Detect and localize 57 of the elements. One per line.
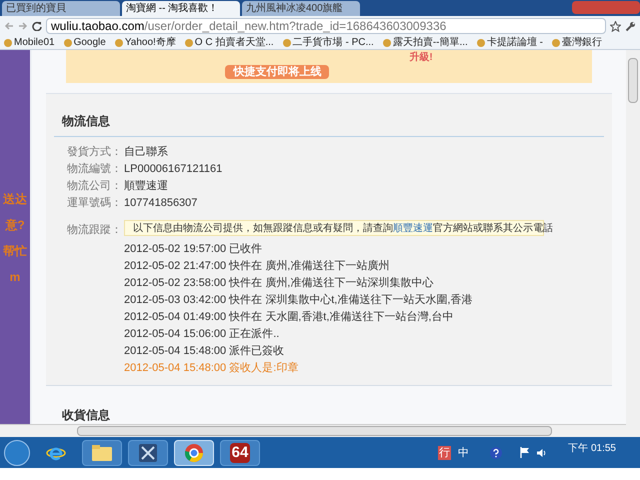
field-value: 自己聯系	[124, 145, 168, 159]
browser-tab[interactable]: 已買到的寶貝	[2, 1, 120, 16]
notice-text: 以下信息由物流公司提供，如無跟蹤信息或有疑問，請查詢順豐速運官方網站或聯系其公示電話	[133, 222, 553, 236]
banner-slogan: 快捷支付即将上线	[225, 65, 330, 79]
help-icon[interactable]	[490, 446, 502, 458]
tracking-event: 2012-05-03 03:42:00 快件在 深圳集散中心t,准備送往下一站天水圍,香港	[124, 293, 474, 307]
tracking-event: 2012-05-04 15:48:00 簽收人是:印章	[124, 361, 300, 375]
wrench-icon[interactable]	[625, 20, 636, 32]
horizontal-scrollbar[interactable]	[0, 424, 626, 437]
tracking-event: 2012-05-02 23:58:00 快件在 廣州,准備送往下一站深圳集散中心	[124, 276, 434, 290]
bookmark-link[interactable]: O C 拍賣者天堂...	[184, 36, 274, 48]
section-heading: 物流信息	[54, 112, 604, 137]
tracking-event: 2012-05-04 15:06:00 正在派件..	[124, 327, 280, 341]
courier-link[interactable]: 順豐速運	[393, 222, 433, 234]
bookmark-link[interactable]: 二手貨市場 - PC...	[282, 36, 374, 48]
tracking-event: 2012-05-02 19:57:00 已收件	[124, 242, 264, 256]
chrome-icon	[184, 442, 204, 462]
bookmark-link[interactable]: 卡提諾論壇 -	[476, 36, 543, 48]
field-label: 發貨方式：	[66, 145, 122, 159]
browser-tab[interactable]: 淘寶網 -- 淘我喜歡！	[122, 1, 240, 16]
tracking-event: 2012-05-02 21:47:00 快件在 廣州,准備送往下一站廣州	[124, 259, 390, 273]
tracking-event: 2012-05-04 01:49:00 快件在 天水圍,香港t,准備送往下一站台灣,台中	[124, 310, 454, 324]
flag-icon[interactable]	[520, 447, 530, 458]
folder-icon	[91, 444, 113, 462]
bookmark-link[interactable]: 露天拍賣--簡單...	[382, 36, 468, 48]
banner-text: 意?	[5, 217, 25, 234]
field-label: 物流公司：	[66, 179, 122, 193]
address-field[interactable]: wuliu.taobao.com/user/order_detail_new.htm?trade_id=168643603009336	[46, 18, 606, 34]
tracking-event: 2012-05-04 15:48:00 派件已簽收	[124, 344, 286, 358]
clock[interactable]: 下午 01:55	[568, 441, 616, 456]
field-value: LP00006167121161	[124, 162, 222, 176]
star-icon[interactable]	[610, 20, 621, 32]
field-label: 物流編號：	[66, 162, 122, 176]
field-label: 物流跟蹤：	[66, 222, 122, 238]
vertical-scrollbar[interactable]	[626, 50, 640, 437]
bookmark-link[interactable]: Mobile01	[4, 36, 55, 48]
ime-indicator[interactable]: 行	[438, 446, 452, 460]
bookmark-link[interactable]: Google	[64, 36, 106, 48]
speaker-icon[interactable]	[536, 448, 546, 458]
taskbar-app-button[interactable]	[128, 440, 168, 466]
bookmark-link[interactable]: 臺灣銀行	[552, 36, 602, 48]
start-button[interactable]	[4, 440, 30, 466]
field-value: 107741856307	[124, 196, 198, 210]
banner-text: 帮忙	[3, 243, 27, 260]
x-logo-icon	[138, 442, 158, 462]
banner-text: 送达	[3, 191, 27, 208]
bookmark-link[interactable]: Yahoo!奇摩	[114, 36, 176, 48]
field-label: 運單號碼：	[66, 196, 122, 210]
taskbar-app-button[interactable]: 64	[220, 440, 260, 466]
taskbar-app-button[interactable]	[82, 440, 122, 466]
banner-text: m	[10, 269, 20, 286]
browser-tab[interactable]: 九州風神冰凌400旗艦	[242, 1, 360, 16]
reload-icon[interactable]	[32, 21, 42, 31]
ime-indicator[interactable]: 中	[457, 446, 470, 460]
field-value: 順豐速運	[124, 179, 168, 193]
app-badge-label: 64	[230, 442, 250, 462]
banner-badge-text: 升級!	[409, 50, 433, 65]
